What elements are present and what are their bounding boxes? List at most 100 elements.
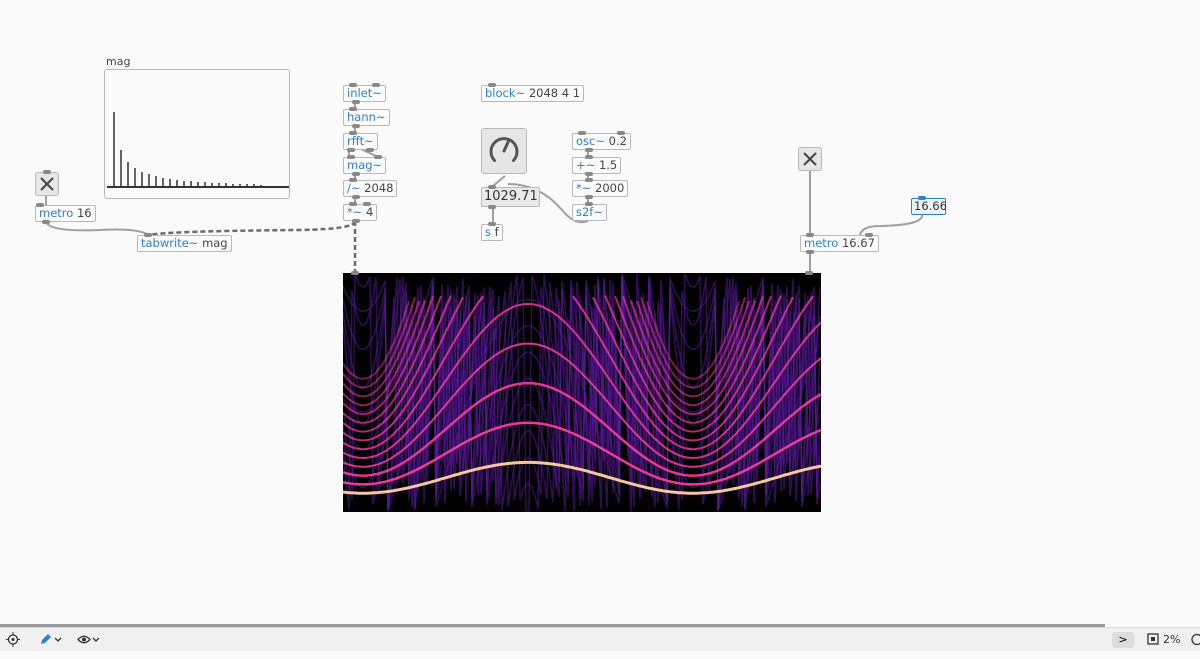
inlet-port bbox=[585, 202, 593, 206]
outlet-port bbox=[365, 148, 374, 152]
toggle-right[interactable] bbox=[798, 147, 822, 171]
inlet-port bbox=[806, 233, 814, 237]
object-args: 2048 bbox=[364, 181, 394, 195]
outlet-port bbox=[488, 205, 496, 209]
inlet-port bbox=[43, 170, 51, 174]
view-mode-dropdown[interactable] bbox=[76, 628, 102, 651]
inlet-port bbox=[488, 222, 496, 226]
outlet-port bbox=[352, 219, 360, 223]
cpu-icon bbox=[1146, 628, 1160, 651]
object-args: mag bbox=[202, 236, 228, 250]
object-name: mag~ bbox=[347, 158, 383, 172]
mag-array-graph[interactable] bbox=[104, 69, 290, 199]
object-name: +~ bbox=[576, 158, 596, 172]
inlet-port bbox=[349, 107, 357, 111]
eye-chevron-icon bbox=[77, 635, 100, 644]
multiply-object[interactable]: *~ 4 bbox=[343, 202, 378, 223]
object-name: metro bbox=[39, 206, 74, 220]
object-name: rfft~ bbox=[347, 134, 374, 148]
outlet-port bbox=[585, 148, 593, 152]
outlet-port bbox=[352, 195, 360, 199]
object-name: s bbox=[485, 225, 491, 239]
inlet-port bbox=[488, 83, 496, 87]
inlet-port bbox=[864, 233, 873, 237]
mag-object[interactable]: mag~ bbox=[343, 155, 387, 176]
console-glyph: > bbox=[1118, 633, 1128, 646]
pencil-chevron-icon bbox=[41, 634, 62, 644]
outlet-port bbox=[352, 172, 360, 176]
bottom-status-bar: > 2% bbox=[0, 627, 1200, 651]
outlet-port bbox=[806, 250, 814, 254]
object-name: s2f~ bbox=[576, 205, 603, 219]
locate-icon[interactable] bbox=[6, 628, 20, 651]
send-object[interactable]: s f bbox=[481, 222, 503, 241]
spectrogram-image bbox=[342, 272, 822, 512]
toggle-x-icon bbox=[803, 152, 817, 166]
outlet-port bbox=[585, 195, 593, 199]
rfft-object[interactable]: rfft~ bbox=[343, 131, 378, 152]
inlet-port bbox=[349, 178, 357, 182]
array-plot bbox=[107, 112, 289, 188]
wire bbox=[45, 221, 149, 236]
wire bbox=[859, 213, 924, 236]
object-name: *~ bbox=[576, 181, 592, 195]
metro-left-object[interactable]: metro 16 bbox=[35, 203, 96, 224]
s2f-object[interactable]: s2f~ bbox=[572, 202, 607, 221]
inlet-port bbox=[363, 202, 372, 206]
inlet-port bbox=[805, 271, 813, 275]
hann-object[interactable]: hann~ bbox=[343, 107, 390, 128]
object-args: f bbox=[494, 225, 499, 239]
object-args: 4 bbox=[366, 205, 374, 219]
inlet-port bbox=[371, 83, 380, 87]
cpu-usage: 2% bbox=[1163, 633, 1181, 646]
osc-object[interactable]: osc~ 0.2 bbox=[572, 131, 631, 152]
signal-wire bbox=[147, 220, 357, 237]
chat-icon[interactable] bbox=[1190, 628, 1200, 651]
outlet-port bbox=[352, 124, 360, 128]
object-name: osc~ bbox=[576, 134, 605, 148]
inlet-port bbox=[349, 131, 357, 135]
number-box[interactable]: 1029.71 bbox=[481, 185, 540, 209]
inlet-port bbox=[349, 202, 357, 206]
inlet-tilde-object[interactable]: inlet~ bbox=[343, 83, 386, 104]
object-args: 16 bbox=[76, 206, 92, 220]
number-value: 1029.71 bbox=[484, 189, 538, 204]
inlet-port bbox=[351, 271, 359, 275]
toggle-x-icon bbox=[40, 177, 54, 191]
inlet-port bbox=[349, 83, 357, 87]
tabwrite-object[interactable]: tabwrite~ mag bbox=[137, 233, 232, 252]
outlet-port bbox=[352, 100, 360, 104]
inlet-port bbox=[918, 196, 926, 200]
toggle-left[interactable] bbox=[35, 170, 59, 196]
divide-object[interactable]: /~ 2048 bbox=[343, 178, 398, 199]
object-name: metro bbox=[804, 236, 839, 250]
patch-canvas[interactable]: mag metro 16 tabwrite~ mag inlet~ hann~ … bbox=[0, 0, 1200, 624]
object-name: inlet~ bbox=[347, 86, 382, 100]
plus-object[interactable]: +~ 1.5 bbox=[572, 155, 622, 176]
float-value: 16.66 bbox=[914, 199, 947, 213]
knob[interactable] bbox=[481, 128, 527, 174]
edit-mode-dropdown[interactable] bbox=[38, 628, 64, 651]
object-args: 16.67 bbox=[841, 236, 875, 250]
graph-label: mag bbox=[106, 55, 131, 68]
metro-right-object[interactable]: metro 16.67 bbox=[800, 233, 879, 254]
block-object[interactable]: block~ 2048 4 1 bbox=[481, 83, 585, 102]
console-toggle-button[interactable]: > bbox=[1112, 632, 1134, 648]
object-name: hann~ bbox=[347, 110, 386, 124]
object-args: 0.2 bbox=[608, 134, 627, 148]
inlet-port bbox=[488, 185, 496, 189]
object-args: 2000 bbox=[595, 181, 625, 195]
knob-dial-icon bbox=[489, 137, 519, 162]
object-name: tabwrite~ bbox=[141, 236, 199, 250]
inlet-port bbox=[347, 155, 355, 159]
outlet-port bbox=[42, 220, 50, 224]
float-box[interactable]: 16.66 bbox=[911, 196, 947, 215]
object-args: 1.5 bbox=[598, 158, 618, 172]
times-object[interactable]: *~ 2000 bbox=[572, 178, 629, 199]
inlet-port bbox=[616, 131, 625, 135]
inlet-port bbox=[578, 131, 586, 135]
outlet-port bbox=[585, 172, 593, 176]
spectrogram-display[interactable] bbox=[342, 271, 822, 512]
object-name: *~ bbox=[347, 205, 363, 219]
inlet-port bbox=[374, 155, 383, 159]
